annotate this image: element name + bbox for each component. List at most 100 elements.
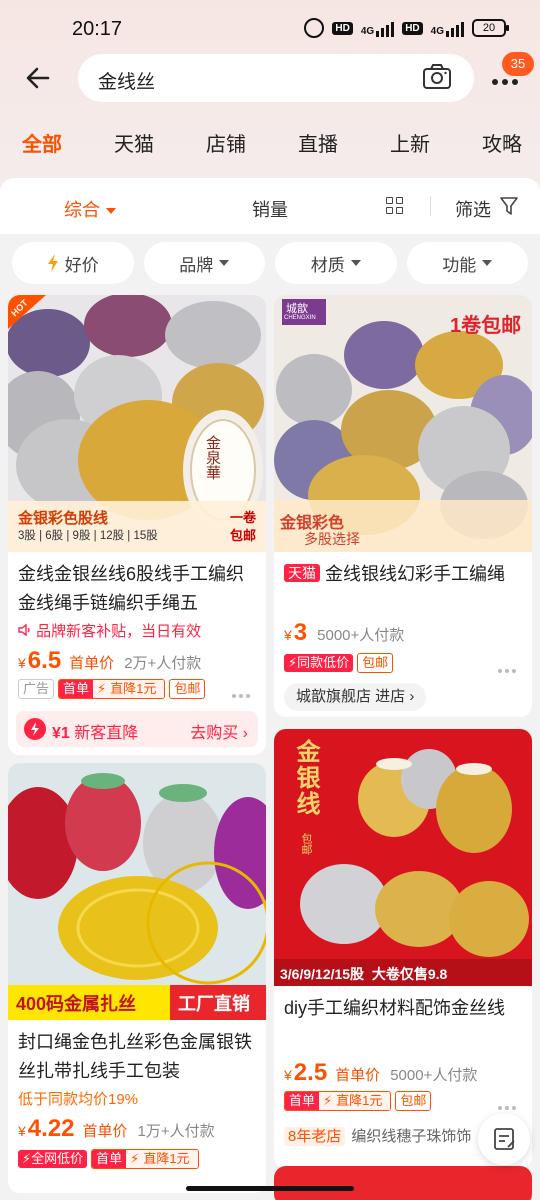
product-image-1[interactable]: HOT 金泉華 金银彩色股线 3股 | 6股 | 9股 | 12股 | 15股 … bbox=[8, 295, 266, 552]
signal-icon-2: 4G bbox=[431, 19, 464, 37]
chip-good-price[interactable]: 好价 bbox=[12, 242, 134, 284]
image-vertical-text: 金银线 bbox=[292, 739, 319, 817]
sort-comprehensive[interactable]: 综合 bbox=[64, 196, 116, 222]
caret-down-icon bbox=[482, 260, 493, 266]
new-customer-promo[interactable]: ¥1 新客直降 去购买 › bbox=[16, 711, 258, 747]
product-title-4[interactable]: diy手工编织材料配饰金丝线 bbox=[284, 994, 524, 1023]
speaker-icon bbox=[18, 623, 30, 637]
product-price-1: ¥6.5 首单价 2万+人付款 bbox=[18, 647, 202, 674]
subsidy-note: 品牌新客补贴，当日有效 bbox=[18, 620, 201, 641]
image-corner-text: 一卷 bbox=[230, 510, 257, 525]
grid-view-icon[interactable] bbox=[386, 197, 404, 215]
product-image-3[interactable]: 400码金属扎丝 工厂直销 bbox=[8, 763, 266, 1020]
free-shipping-tag: 包邮 bbox=[169, 679, 206, 699]
hd-icon-2: HD bbox=[402, 21, 423, 35]
more-options-icon[interactable] bbox=[498, 1097, 520, 1110]
tag-row-2: ⚡同款低价 包邮 bbox=[284, 653, 394, 673]
product-card-3[interactable]: 400码金属扎丝 工厂直销 封口绳金色扎丝彩色金属银铁丝扎带扎线手工包装 低于同… bbox=[8, 763, 266, 1193]
tab-tmall[interactable]: 天猫 bbox=[114, 128, 154, 164]
low-price-tag: ⚡全网低价 bbox=[18, 1150, 88, 1168]
first-order-tag: 首单 ⚡ 直降1元 bbox=[284, 1091, 392, 1111]
product-card-4[interactable]: 金银线 包邮 3/6/9/12/15股 大卷仅售9.8 diy手工编织材料配饰金… bbox=[274, 729, 532, 1169]
image-corner-text-2: 包邮 bbox=[230, 528, 257, 543]
tab-new[interactable]: 上新 bbox=[390, 128, 430, 164]
free-shipping-tag: 包邮 bbox=[357, 653, 394, 673]
tag-row-4: 首单 ⚡ 直降1元 包邮 bbox=[284, 1091, 432, 1111]
price-compare-note: 低于同款均价19% bbox=[18, 1091, 139, 1108]
image-spec-text: 3股 | 6股 | 9股 | 12股 | 15股 bbox=[18, 530, 158, 542]
filter-button[interactable]: 筛选 bbox=[455, 196, 491, 222]
chip-function[interactable]: 功能 bbox=[406, 242, 528, 284]
quick-filter-chips: 好价 品牌 材质 功能 bbox=[12, 242, 528, 284]
filter-funnel-icon[interactable] bbox=[500, 196, 518, 216]
brand-logo-en: CHENGXIN bbox=[284, 315, 316, 321]
brand-logo-text: 城歆 bbox=[286, 303, 308, 315]
caret-down-icon bbox=[219, 260, 230, 266]
edit-note-icon bbox=[494, 1128, 515, 1150]
image-banner-text: 400码金属扎丝 bbox=[16, 994, 137, 1014]
divider bbox=[430, 196, 431, 216]
image-corner-text: 1卷包邮 bbox=[450, 315, 522, 337]
hd-icon: HD bbox=[332, 21, 353, 35]
image-banner-text: 金银彩色股线 bbox=[18, 510, 109, 527]
search-input[interactable]: 金线丝 bbox=[78, 54, 474, 102]
search-row: 金线丝 35 bbox=[0, 52, 540, 106]
free-shipping-tag: 包邮 bbox=[395, 1091, 432, 1111]
spool-brand-label: 金泉華 bbox=[204, 435, 221, 480]
feedback-button[interactable] bbox=[478, 1113, 530, 1165]
caret-down-icon bbox=[106, 208, 116, 215]
first-order-tag: 首单 ⚡ 直降1元 bbox=[91, 1149, 199, 1169]
lightning-badge-icon bbox=[24, 718, 46, 740]
tab-shops[interactable]: 店铺 bbox=[206, 128, 246, 164]
shop-age-badge: 8年老店 bbox=[284, 1127, 346, 1146]
image-banner-text-2: 工厂直销 bbox=[178, 994, 250, 1014]
more-options-icon[interactable] bbox=[498, 660, 520, 673]
tag-row-1: 广告 首单 ⚡ 直降1元 包邮 bbox=[18, 679, 206, 699]
category-tabs: 全部 天猫 店铺 直播 上新 攻略 bbox=[0, 128, 540, 164]
back-arrow-icon[interactable] bbox=[22, 62, 54, 94]
tag-row-3: ⚡全网低价 首单 ⚡ 直降1元 bbox=[18, 1149, 199, 1169]
clock: 20:17 bbox=[72, 18, 123, 40]
product-title-2[interactable]: 天猫 金线银线幻彩手工编绳 bbox=[284, 560, 524, 589]
camera-icon[interactable] bbox=[422, 64, 452, 90]
message-count-badge: 35 bbox=[502, 52, 534, 76]
image-sub-text: 包邮 bbox=[300, 833, 312, 855]
product-card-5-peek[interactable] bbox=[274, 1166, 532, 1200]
product-card-1[interactable]: HOT 金泉華 金银彩色股线 3股 | 6股 | 9股 | 12股 | 15股 … bbox=[8, 295, 266, 755]
product-image-4[interactable]: 金银线 包邮 3/6/9/12/15股 大卷仅售9.8 bbox=[274, 729, 532, 986]
ad-tag: 广告 bbox=[18, 679, 55, 699]
product-price-3: ¥4.22 首单价 1万+人付款 bbox=[18, 1115, 215, 1142]
tab-live[interactable]: 直播 bbox=[298, 128, 338, 164]
image-banner-text: 3/6/9/12/15股 大卷仅售9.8 bbox=[280, 966, 448, 982]
chip-brand[interactable]: 品牌 bbox=[143, 242, 265, 284]
product-price-2: ¥3 5000+人付款 bbox=[284, 619, 405, 646]
sort-bar: 综合 销量 筛选 bbox=[0, 178, 540, 234]
shop-info[interactable]: 8年老店 编织线穗子珠饰饰 bbox=[284, 1125, 471, 1146]
tab-guides[interactable]: 攻略 bbox=[482, 128, 522, 164]
lightning-icon bbox=[47, 254, 58, 272]
buy-now-link[interactable]: 去购买 › bbox=[190, 719, 248, 743]
shop-description: 编织线穗子珠饰饰 bbox=[351, 1128, 472, 1145]
tmall-badge: 天猫 bbox=[284, 564, 320, 582]
more-options-icon[interactable] bbox=[232, 685, 254, 698]
status-icons: HD 4G HD 4G 20 bbox=[304, 18, 509, 38]
home-indicator bbox=[186, 1186, 354, 1191]
enter-store-button[interactable]: 城歆旗舰店 进店 › bbox=[284, 683, 427, 711]
search-query: 金线丝 bbox=[98, 72, 156, 93]
first-order-tag: 首单 ⚡ 直降1元 bbox=[58, 679, 166, 699]
signal-icon: 4G bbox=[361, 19, 395, 37]
sort-sales[interactable]: 销量 bbox=[252, 196, 288, 222]
tab-all[interactable]: 全部 bbox=[22, 128, 62, 164]
product-image-2[interactable]: 城歆 CHENGXIN 1卷包邮 金银彩色 多股选择 bbox=[274, 295, 532, 552]
product-title-1[interactable]: 金线金银丝线6股线手工编织金线绳手链编织手绳五 bbox=[18, 560, 258, 618]
chip-material[interactable]: 材质 bbox=[275, 242, 397, 284]
battery-icon: 20 bbox=[472, 19, 509, 37]
product-price-4: ¥2.5 首单价 5000+人付款 bbox=[284, 1059, 478, 1086]
product-title-3[interactable]: 封口绳金色扎丝彩色金属银铁丝扎带扎线手工包装 bbox=[18, 1028, 258, 1086]
low-price-tag: ⚡同款低价 bbox=[284, 654, 354, 672]
caret-down-icon bbox=[350, 260, 361, 266]
alarm-icon bbox=[304, 18, 325, 38]
image-banner-text-2: 多股选择 bbox=[304, 531, 360, 547]
status-bar: 20:17 HD 4G HD 4G 20 bbox=[0, 0, 540, 56]
product-card-2[interactable]: 城歆 CHENGXIN 1卷包邮 金银彩色 多股选择 天猫 金线银线幻彩手工编绳… bbox=[274, 295, 532, 717]
